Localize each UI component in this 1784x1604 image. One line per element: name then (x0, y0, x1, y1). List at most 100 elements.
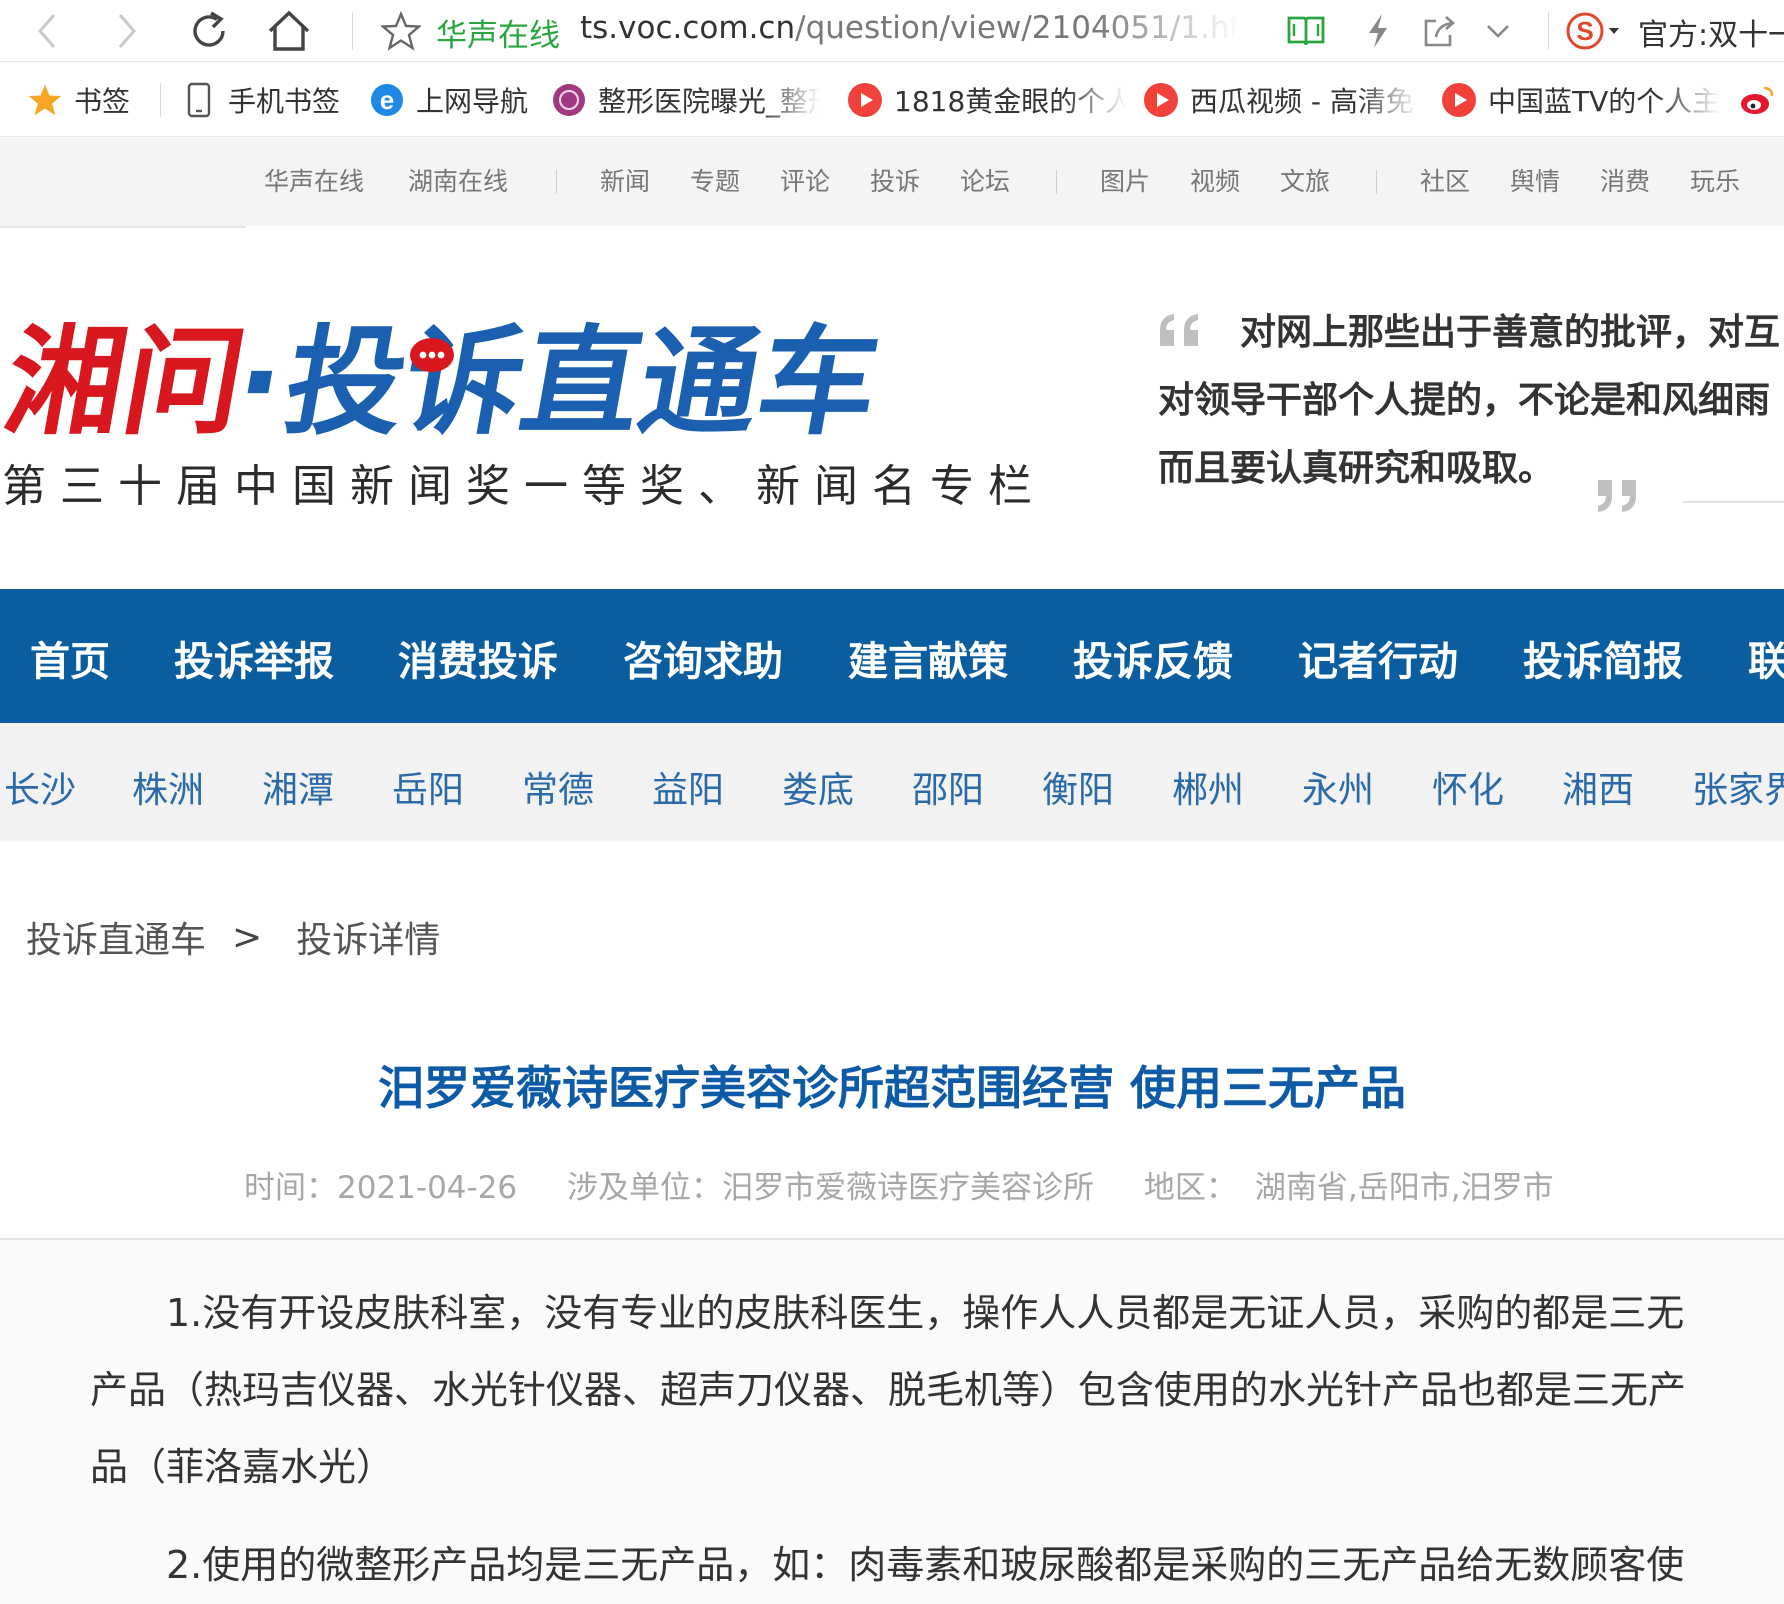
home-icon[interactable] (264, 6, 314, 56)
svg-text:e: e (380, 85, 394, 115)
quote-line: 对网上那些出于善意的批评，对互 (1240, 311, 1781, 353)
city-link[interactable]: 株洲 (132, 761, 204, 813)
city-link[interactable]: 衡阳 (1042, 761, 1114, 813)
bookmark-label: 书签 (74, 85, 131, 118)
star-icon[interactable] (376, 6, 426, 56)
meta-region-value: 湖南省,岳阳市,汨罗市 (1254, 1170, 1554, 1206)
city-link[interactable]: 湘潭 (262, 761, 334, 813)
city-link[interactable]: 长沙 (4, 761, 76, 813)
nav-item-brief[interactable]: 投诉简报 (1523, 629, 1683, 687)
bookmark-label: 中国蓝TV的个人主 (1488, 85, 1720, 118)
nav-item-consumer[interactable]: 消费投诉 (398, 629, 558, 687)
bookmark-item[interactable]: e 上网导航 (368, 77, 538, 123)
logo-text-blue: 投诉直通车 (275, 315, 889, 441)
city-link[interactable]: 岳阳 (392, 761, 464, 813)
quote-close-icon (1592, 478, 1640, 518)
bookmark-item[interactable]: 西瓜视频 - 高清免 (1142, 77, 1418, 123)
nav-item-reporter[interactable]: 记者行动 (1298, 629, 1458, 687)
site-logo[interactable]: 湘问 · 投诉直通车 (0, 311, 920, 452)
chevron-down-icon[interactable] (1476, 10, 1520, 52)
meta-time-label: 时间： (244, 1170, 337, 1206)
bookmark-label: 西瓜视频 - 高清免 (1190, 85, 1414, 118)
bookmark-item[interactable]: 手机书签 (180, 77, 350, 123)
video-play-icon (1440, 81, 1478, 119)
article-title: 汨罗爱薇诗医疗美容诊所超范围经营 使用三无产品 (377, 1061, 1406, 1115)
breadcrumb-separator: > (232, 916, 263, 958)
city-link[interactable]: 常德 (522, 761, 594, 813)
site-top-nav: 华声在线 湖南在线 新闻 专题 评论 投诉 论坛 图片 视频 文旅 社区 舆情 … (0, 138, 1784, 226)
bookmark-item[interactable]: 书签 (26, 77, 156, 123)
topnav-link[interactable]: 消费 (1600, 162, 1650, 198)
banner-slogan: 第三十届中国新闻奖一等奖、新闻名专栏 (2, 461, 1046, 512)
quote-line: 而且要认真研究和吸取。 (1158, 447, 1555, 489)
sogou-icon[interactable]: S (1565, 8, 1629, 54)
topnav-link[interactable]: 湖南在线 (408, 162, 508, 198)
bookmark-item[interactable]: 整形医院曝光_整形 (550, 77, 820, 123)
paragraph-line: 品（菲洛嘉水光） (90, 1445, 395, 1489)
bookmark-item[interactable] (1738, 77, 1784, 123)
browser-toolbar: 华声在线 ts.voc.com.cn/question/view/2104051… (0, 0, 1784, 62)
breadcrumb: 投诉直通车 > 投诉详情 (26, 912, 440, 962)
nav-item-home[interactable]: 首页 (30, 629, 110, 687)
topnav-link[interactable]: 图片 (1100, 162, 1150, 198)
svg-text:S: S (1576, 16, 1593, 46)
article-body: 1.没有开设皮肤科室，没有专业的皮肤科医生，操作人人员都是无证人员，采购的都是三… (0, 1240, 1784, 1604)
topnav-link[interactable]: 新闻 (600, 162, 650, 198)
city-link[interactable]: 益阳 (652, 761, 724, 813)
city-link[interactable]: 湘西 (1562, 761, 1634, 813)
banner: 湘问 · 投诉直通车 第三十届中国新闻奖一等奖、新闻名专栏 对网上那些出于善意的… (0, 228, 1784, 588)
topnav-link[interactable]: 评论 (780, 162, 830, 198)
nav-item-contact[interactable]: 联 (1748, 629, 1784, 687)
topnav-link[interactable]: 投诉 (870, 162, 920, 198)
meta-time: 时间：2021-04-26 (244, 1170, 517, 1206)
video-play-icon (846, 81, 884, 119)
city-link[interactable]: 邵阳 (912, 761, 984, 813)
city-link[interactable]: 怀化 (1432, 761, 1504, 813)
city-link[interactable]: 永州 (1302, 761, 1374, 813)
reload-icon[interactable] (184, 6, 234, 56)
topnav-link[interactable]: 社区 (1420, 162, 1470, 198)
article-meta: 时间：2021-04-26 涉及单位：汨罗市爱薇诗医疗美容诊所 地区： 湖南省,岳… (244, 1162, 1594, 1207)
nav-item-feedback[interactable]: 投诉反馈 (1073, 629, 1233, 687)
topnav-link[interactable]: 视频 (1190, 162, 1240, 198)
topnav-link[interactable]: 专题 (690, 162, 740, 198)
city-link[interactable]: 张家界 (1692, 761, 1784, 813)
star-icon (26, 81, 64, 119)
reader-icon[interactable] (1284, 10, 1328, 52)
bookmark-label: 1818黄金眼的个人 (894, 85, 1126, 118)
meta-time-value: 2021-04-26 (337, 1170, 518, 1206)
paragraph-line: 1.没有开设皮肤科室，没有专业的皮肤科医生，操作人人员都是无证人员，采购的都是三… (166, 1291, 1685, 1335)
meta-unit-label: 涉及单位： (567, 1170, 723, 1206)
nav-item-consult[interactable]: 咨询求助 (623, 629, 783, 687)
meta-region: 地区： 湖南省,岳阳市,汨罗市 (1144, 1170, 1554, 1206)
bookmark-item[interactable]: 中国蓝TV的个人主 (1440, 77, 1720, 123)
breadcrumb-root[interactable]: 投诉直通车 (26, 911, 206, 963)
share-icon[interactable] (1418, 10, 1462, 52)
bookmark-label: 手机书签 (228, 85, 341, 118)
bookmark-label: 上网导航 (416, 85, 529, 118)
article-paragraph-2: 2.使用的微整形产品均是三无产品，如：肉毒素和玻尿酸都是采购的三无产品给无数顾客… (90, 1527, 1700, 1604)
topnav-link[interactable]: 文旅 (1280, 162, 1330, 198)
nav-item-suggest[interactable]: 建言献策 (848, 629, 1008, 687)
topnav-link[interactable]: 华声在线 (264, 162, 364, 198)
bookmark-label: 整形医院曝光_整形 (598, 85, 820, 118)
back-icon[interactable] (22, 6, 72, 56)
video-play-icon (1142, 81, 1180, 119)
weibo-icon (1738, 81, 1776, 119)
topnav-link[interactable]: 论坛 (960, 162, 1010, 198)
lightning-icon[interactable] (1356, 10, 1400, 52)
city-nav: 长沙 株洲 湘潭 岳阳 常德 益阳 娄底 邵阳 衡阳 郴州 永州 怀化 湘西 张… (0, 723, 1784, 841)
meta-unit-value: 汨罗市爱薇诗医疗美容诊所 (722, 1170, 1095, 1206)
topnav-link[interactable]: 玩乐 (1690, 162, 1740, 198)
paragraph-line: 2.使用的微整形产品均是三无产品，如：肉毒素和玻尿酸都是采购的三无产品给无数顾客… (166, 1543, 1685, 1587)
city-link[interactable]: 娄底 (782, 761, 854, 813)
logo-text-red: 湘问 (0, 315, 255, 441)
quote-line: 对领导干部个人提的，不论是和风细雨 (1158, 379, 1771, 421)
search-suggestion[interactable]: 官方:双十一 (1638, 10, 1784, 54)
topnav-link[interactable]: 舆情 (1510, 162, 1560, 198)
forward-icon[interactable] (102, 6, 152, 56)
nav-item-report[interactable]: 投诉举报 (174, 629, 334, 687)
url-field[interactable]: ts.voc.com.cn/question/view/2104051/1.ht… (580, 10, 1240, 46)
bookmark-item[interactable]: 1818黄金眼的个人 (846, 77, 1126, 123)
city-link[interactable]: 郴州 (1172, 761, 1244, 813)
